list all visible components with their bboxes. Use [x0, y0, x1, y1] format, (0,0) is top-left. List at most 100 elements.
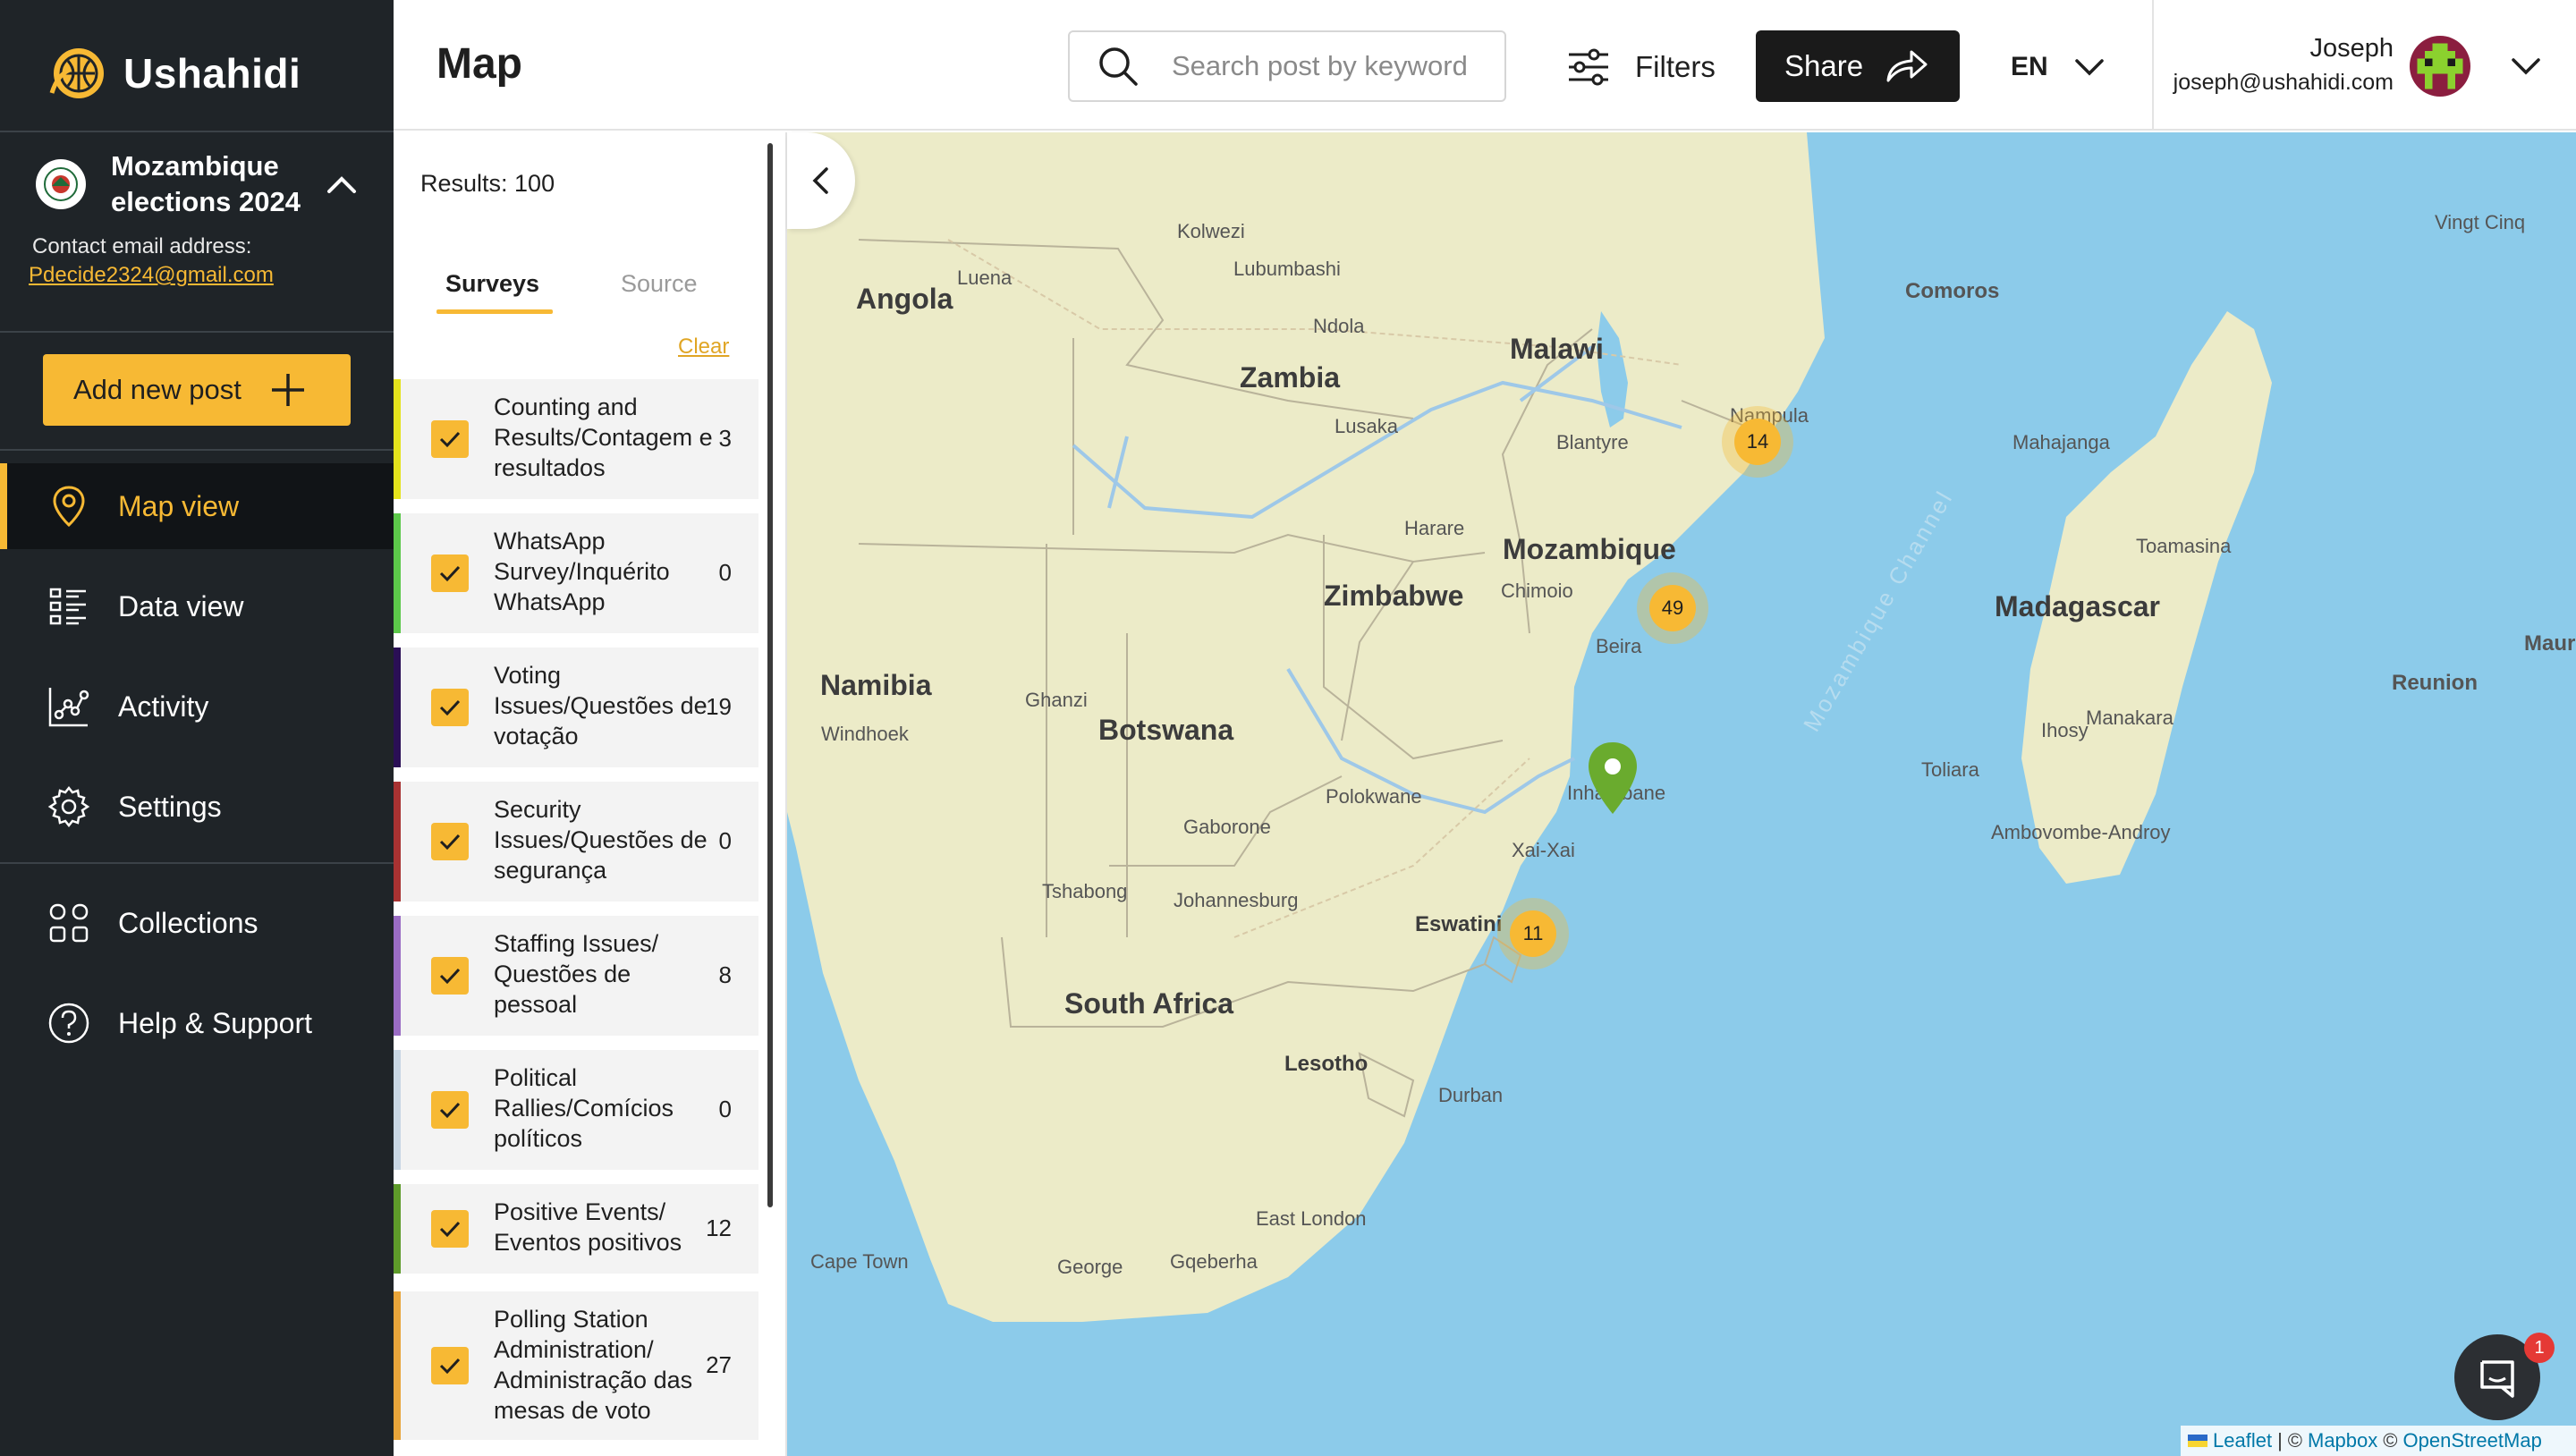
survey-checkbox[interactable] — [431, 554, 469, 592]
place-label: Kolwezi — [1177, 220, 1245, 242]
country-label: Namibia — [820, 669, 932, 701]
country-label: Malawi — [1510, 333, 1604, 365]
survey-item[interactable]: Political Rallies/Comícios políticos 0 — [394, 1050, 758, 1170]
survey-name: Counting and Results/Contagem e resultad… — [494, 394, 713, 481]
nav-item-map-view[interactable]: Map view — [0, 463, 394, 549]
survey-name: Polling Station Administration/ Administ… — [494, 1306, 693, 1424]
nav-item-data-view[interactable]: Data view — [0, 563, 394, 649]
tab-source[interactable]: Source — [621, 270, 698, 298]
survey-item[interactable]: Security Issues/Questões de segurança 0 — [394, 782, 758, 902]
map-pin-marker[interactable] — [1585, 741, 1640, 816]
survey-checkbox[interactable] — [431, 957, 469, 995]
marker-cluster[interactable]: 11 — [1497, 898, 1569, 969]
nav-item-collections[interactable]: Collections — [0, 880, 394, 966]
survey-item[interactable]: Staffing Issues/ Questões de pessoal 8 — [394, 916, 758, 1036]
country-label: Zimbabwe — [1324, 580, 1464, 612]
nav-label: Help & Support — [118, 1006, 313, 1039]
place-label: Luena — [957, 267, 1013, 289]
survey-name: Positive Events/ Eventos positivos — [494, 1198, 682, 1256]
deployment-avatar — [36, 159, 86, 209]
place-label: Ndola — [1313, 315, 1365, 337]
survey-checkbox[interactable] — [431, 1347, 469, 1384]
tab-surveys[interactable]: Surveys — [445, 270, 539, 298]
clear-link[interactable]: Clear — [678, 334, 729, 360]
country-label: Zambia — [1240, 361, 1341, 394]
survey-count: 27 — [706, 1351, 732, 1378]
place-label: Ambovombe-Androy — [1991, 821, 2171, 843]
page-title: Map — [436, 40, 522, 88]
leaflet-link[interactable]: Leaflet — [2213, 1429, 2272, 1452]
user-avatar[interactable] — [2410, 36, 2470, 97]
place-label: Beira — [1596, 635, 1642, 657]
add-new-post-button[interactable]: Add new post — [43, 354, 351, 426]
place-label: Tshabong — [1042, 880, 1128, 902]
chat-notification-badge: 1 — [2524, 1333, 2555, 1363]
survey-checkbox[interactable] — [431, 823, 469, 860]
survey-count: 19 — [706, 693, 732, 720]
survey-checkbox[interactable] — [431, 1091, 469, 1129]
marker-cluster[interactable]: 14 — [1722, 406, 1793, 478]
contact-email-link[interactable]: Pdecide2324@gmail.com — [29, 263, 274, 288]
share-button[interactable]: Share — [1756, 30, 1960, 102]
survey-checkbox[interactable] — [431, 420, 469, 458]
nav-label: Map view — [118, 489, 240, 522]
survey-item[interactable]: Positive Events/ Eventos positivos 12 — [394, 1184, 758, 1274]
survey-name: Staffing Issues/ Questões de pessoal — [494, 930, 659, 1018]
chevron-up-icon[interactable] — [318, 161, 365, 207]
filters-button[interactable]: Filters — [1565, 36, 1716, 98]
list-icon — [49, 588, 86, 625]
app-root: Ushahidi Mozambique elections 2024 Conta… — [0, 0, 2576, 1456]
checkmark-icon — [439, 834, 461, 851]
survey-count: 12 — [706, 1215, 732, 1241]
attribution-separator: | — [2277, 1429, 2283, 1452]
search-icon — [1099, 47, 1138, 86]
chevron-down-icon[interactable] — [2508, 48, 2544, 84]
ushahidi-logo-icon — [49, 48, 104, 98]
marker-cluster[interactable]: 49 — [1637, 572, 1708, 644]
app-logo[interactable]: Ushahidi — [43, 39, 301, 107]
search-box[interactable] — [1068, 30, 1506, 102]
map-area[interactable]: Angola Zambia Malawi Comoros Mozambique Zimba… — [787, 132, 2576, 1456]
place-label: Mahajanga — [2012, 431, 2110, 453]
place-label: Polokwane — [1326, 785, 1422, 808]
active-tab-indicator — [436, 309, 553, 314]
survey-filter-panel: Results: 100 Surveys Source Clear Counti… — [394, 132, 787, 1456]
survey-item[interactable]: WhatsApp Survey/Inquérito WhatsApp 0 — [394, 513, 758, 633]
survey-count: 8 — [718, 961, 732, 988]
share-label: Share — [1784, 49, 1864, 82]
sliders-icon — [1569, 48, 1608, 86]
survey-checkbox[interactable] — [431, 1210, 469, 1248]
attribution-copyright: © — [2287, 1429, 2302, 1452]
checkmark-icon — [439, 699, 461, 716]
country-label: Madagascar — [1995, 590, 2160, 622]
survey-item[interactable]: Voting Issues/Questões de votação 19 — [394, 648, 758, 767]
chat-bubble-icon — [2480, 1360, 2514, 1398]
nav-item-help-support[interactable]: Help & Support — [0, 980, 394, 1066]
grid-icon — [49, 903, 89, 943]
mapbox-link[interactable]: Mapbox — [2308, 1429, 2377, 1452]
nav-label: Collections — [118, 906, 258, 939]
place-label: Windhoek — [821, 723, 909, 745]
survey-item[interactable]: Counting and Results/Contagem e resultad… — [394, 379, 758, 499]
place-label: Manakara — [2086, 707, 2174, 729]
user-email: joseph@ushahidi.com — [2173, 70, 2394, 95]
country-label: Botswana — [1098, 714, 1234, 746]
openstreetmap-link[interactable]: OpenStreetMap — [2403, 1429, 2542, 1452]
sidebar: Ushahidi Mozambique elections 2024 Conta… — [0, 0, 394, 1456]
survey-checkbox[interactable] — [431, 689, 469, 726]
checkmark-icon — [439, 565, 461, 582]
survey-count: 3 — [718, 425, 732, 452]
nav-label: Data view — [118, 589, 244, 622]
place-label: Gaborone — [1183, 816, 1271, 838]
place-label: Lubumbashi — [1233, 258, 1341, 280]
search-input[interactable] — [1172, 39, 1494, 93]
panel-scrollbar[interactable] — [767, 143, 773, 1207]
survey-name: Security Issues/Questões de segurança — [494, 796, 708, 884]
nav-item-activity[interactable]: Activity — [0, 664, 394, 749]
language-selector[interactable]: EN — [2011, 36, 2106, 98]
survey-item[interactable]: Polling Station Administration/ Administ… — [394, 1291, 758, 1440]
nav-item-settings[interactable]: Settings — [0, 764, 394, 850]
divider — [0, 449, 394, 451]
place-label: Vingt Cinq — [2435, 211, 2526, 233]
cluster-count: 14 — [1734, 419, 1781, 465]
